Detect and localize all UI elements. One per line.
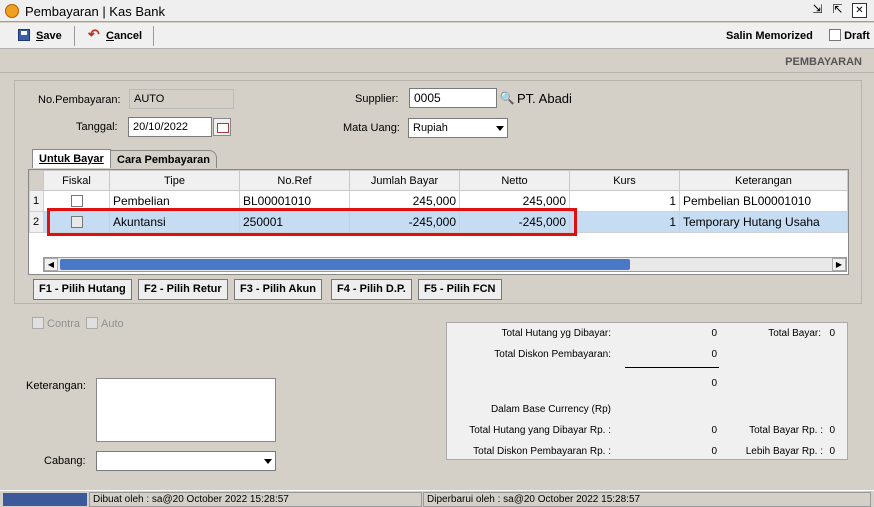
base-currency-label: Dalam Base Currency (Rp) bbox=[490, 404, 611, 415]
updated-info: Diperbarui oleh : sa@20 October 2022 15:… bbox=[423, 492, 871, 507]
row-number: 2 bbox=[29, 211, 44, 233]
contra-label: Contra bbox=[47, 318, 81, 330]
net-value: 0 bbox=[711, 378, 717, 389]
pilih-fcn-button[interactable]: F5 - Pilih FCN bbox=[418, 279, 502, 300]
restore-icon[interactable]: ⇲ bbox=[810, 3, 825, 18]
summary-panel: Total Hutang yg Dibayar: 0 Total Bayar: … bbox=[446, 322, 848, 460]
fiskal-checkbox[interactable] bbox=[70, 195, 83, 207]
page-title: PEMBAYARAN bbox=[785, 56, 862, 68]
total-bayar-label: Total Bayar: bbox=[768, 328, 821, 339]
cancel-label: ancel bbox=[113, 30, 143, 42]
horizontal-scrollbar[interactable]: ◀ ▶ bbox=[43, 257, 847, 272]
divider bbox=[0, 72, 874, 73]
diskon-rp-value: 0 bbox=[711, 446, 717, 457]
tab-untuk-bayar-label: Untuk Bayar bbox=[39, 153, 104, 165]
bayar-rp-label: Total Bayar Rp. : bbox=[749, 425, 823, 436]
save-button[interactable]: Save bbox=[18, 26, 62, 46]
created-info: Dibuat oleh : sa@20 October 2022 15:28:5… bbox=[89, 492, 422, 507]
auto-label: Auto bbox=[101, 318, 124, 330]
column-header[interactable]: Fiskal bbox=[43, 170, 110, 191]
total-hutang-value: 0 bbox=[711, 328, 717, 339]
supplier-field[interactable]: 0005 bbox=[409, 88, 497, 108]
lebih-bayar-label: Lebih Bayar Rp. : bbox=[745, 446, 823, 457]
bayar-rp-value: 0 bbox=[829, 425, 835, 436]
mata-uang-label: Mata Uang: bbox=[343, 122, 400, 134]
scroll-right-icon[interactable]: ▶ bbox=[832, 258, 846, 271]
auto-check-box bbox=[86, 317, 98, 329]
toolbar-separator bbox=[74, 26, 75, 46]
save-label: ave bbox=[43, 30, 62, 42]
lebih-bayar-value: 0 bbox=[829, 446, 835, 457]
row-number-header bbox=[29, 170, 44, 191]
keterangan-cell[interactable]: Pembelian BL00001010 bbox=[679, 190, 848, 212]
column-header[interactable]: Netto bbox=[459, 170, 570, 191]
tab-untuk-bayar[interactable]: Untuk Bayar bbox=[32, 149, 111, 168]
cancel-key: C bbox=[106, 30, 114, 42]
status-bar: Dibuat oleh : sa@20 October 2022 15:28:5… bbox=[0, 490, 874, 507]
column-header[interactable]: Keterangan bbox=[679, 170, 848, 191]
total-hutang-label: Total Hutang yg Dibayar: bbox=[501, 328, 611, 339]
mata-uang-select[interactable]: Rupiah bbox=[408, 118, 508, 138]
status-indicator bbox=[3, 493, 87, 506]
tab-cara-pembayaran-label: Cara Pembayaran bbox=[117, 154, 210, 166]
keterangan-label: Keterangan: bbox=[26, 380, 86, 392]
kurs-cell[interactable]: 1 bbox=[569, 190, 680, 212]
draft-label: Draft bbox=[844, 30, 870, 42]
column-header[interactable]: No.Ref bbox=[239, 170, 350, 191]
maximize-icon[interactable]: ⇱ bbox=[830, 3, 845, 18]
grid-header-row: Fiskal Tipe No.Ref Jumlah Bayar Netto Ku… bbox=[29, 170, 848, 191]
contra-checkbox: Contra bbox=[32, 317, 80, 330]
salin-memorized-button[interactable]: Salin Memorized bbox=[726, 26, 813, 46]
supplier-name: PT. Abadi bbox=[517, 91, 572, 106]
window-title: Pembayaran | Kas Bank bbox=[25, 4, 165, 19]
tanggal-field[interactable]: 20/10/2022 bbox=[128, 117, 212, 137]
tab-cara-pembayaran[interactable]: Cara Pembayaran bbox=[110, 150, 217, 168]
cabang-select[interactable] bbox=[96, 451, 276, 471]
pilih-dp-button[interactable]: F4 - Pilih D.P. bbox=[331, 279, 412, 300]
tanggal-label: Tanggal: bbox=[76, 121, 118, 133]
total-diskon-label: Total Diskon Pembayaran: bbox=[494, 349, 611, 360]
no-pembayaran-field: AUTO bbox=[129, 89, 234, 109]
sum-divider bbox=[625, 367, 719, 368]
row-number: 1 bbox=[29, 190, 44, 212]
no-pembayaran-label: No.Pembayaran: bbox=[38, 94, 121, 106]
calendar-icon[interactable] bbox=[213, 118, 231, 136]
total-bayar-value: 0 bbox=[829, 328, 835, 339]
auto-checkbox: Auto bbox=[86, 317, 124, 330]
title-bar: Pembayaran | Kas Bank ⇲ ⇱ ✕ bbox=[0, 0, 874, 22]
scroll-left-icon[interactable]: ◀ bbox=[44, 258, 58, 271]
column-header[interactable]: Jumlah Bayar bbox=[349, 170, 460, 191]
column-header[interactable]: Kurs bbox=[569, 170, 680, 191]
save-icon bbox=[18, 29, 30, 41]
scrollbar-thumb[interactable] bbox=[60, 259, 630, 270]
mata-uang-value: Rupiah bbox=[413, 122, 448, 134]
draft-checkbox[interactable]: Draft bbox=[829, 26, 870, 46]
pilih-retur-button[interactable]: F2 - Pilih Retur bbox=[138, 279, 228, 300]
diskon-rp-label: Total Diskon Pembayaran Rp. : bbox=[473, 446, 611, 457]
keterangan-cell[interactable]: Temporary Hutang Usaha bbox=[679, 211, 848, 233]
chevron-down-icon bbox=[496, 126, 504, 131]
pilih-akun-button[interactable]: F3 - Pilih Akun bbox=[234, 279, 322, 300]
close-icon[interactable]: ✕ bbox=[852, 3, 867, 18]
keterangan-textarea[interactable] bbox=[96, 378, 276, 442]
toolbar: Save ↶ Cancel Salin Memorized Draft bbox=[0, 23, 874, 49]
selection-highlight bbox=[47, 208, 577, 236]
total-diskon-value: 0 bbox=[711, 349, 717, 360]
hutang-rp-label: Total Hutang yang Dibayar Rp. : bbox=[469, 425, 611, 436]
chevron-down-icon bbox=[264, 459, 272, 464]
search-icon[interactable]: 🔍 bbox=[499, 89, 515, 107]
contra-check-box bbox=[32, 317, 44, 329]
kurs-cell[interactable]: 1 bbox=[569, 211, 680, 233]
cancel-button[interactable]: ↶ Cancel bbox=[88, 26, 142, 46]
column-header[interactable]: Tipe bbox=[109, 170, 240, 191]
hutang-rp-value: 0 bbox=[711, 425, 717, 436]
supplier-label: Supplier: bbox=[355, 93, 399, 105]
app-icon bbox=[5, 4, 19, 18]
toolbar-separator bbox=[153, 26, 154, 46]
undo-icon: ↶ bbox=[88, 26, 100, 42]
draft-check-box[interactable] bbox=[829, 29, 841, 41]
cabang-label: Cabang: bbox=[44, 455, 86, 467]
pilih-hutang-button[interactable]: F1 - Pilih Hutang bbox=[33, 279, 132, 300]
